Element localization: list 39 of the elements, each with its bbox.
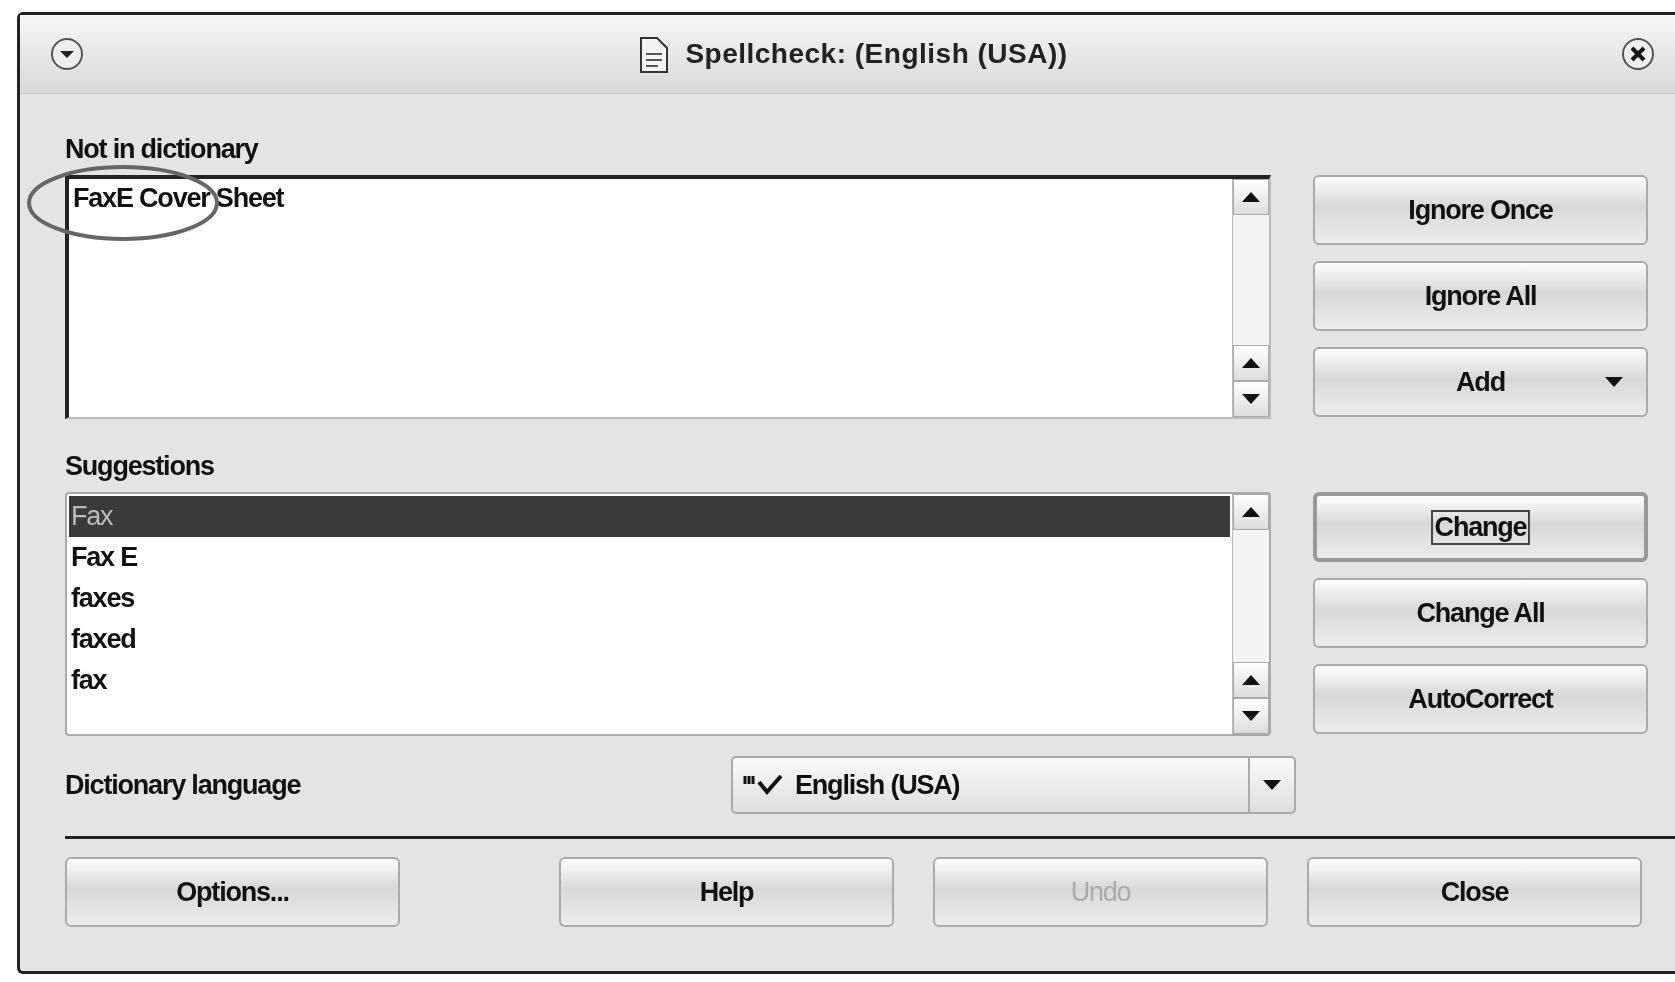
scroll-up-button[interactable] <box>1233 345 1269 381</box>
text-box[interactable]: FaxE Cover Sheet <box>65 175 1271 419</box>
up-arrow-icon <box>1241 191 1261 203</box>
scroll-down-button[interactable] <box>1233 381 1269 417</box>
dialog-button[interactable]: AutoCorrect <box>1313 664 1648 734</box>
field-label: Not in dictionary <box>65 134 258 164</box>
list-item[interactable]: Fax <box>69 496 1230 537</box>
close-icon[interactable] <box>1621 37 1655 71</box>
down-arrow-icon <box>1241 710 1261 722</box>
sentence-text: FaxE Cover Sheet <box>73 183 284 213</box>
language-dropdown[interactable]: English (USA) <box>731 756 1296 814</box>
scroll-up-button[interactable] <box>1233 494 1269 530</box>
list-item[interactable]: faxes <box>69 578 1230 619</box>
dialog-button[interactable]: Ignore Once <box>1313 175 1648 245</box>
up-arrow-icon <box>1241 357 1261 369</box>
dialog-button[interactable]: Options... <box>65 857 400 927</box>
scroll-up-button[interactable] <box>1233 662 1269 698</box>
spellcheck-icon <box>743 772 783 798</box>
field-label: Dictionary language <box>65 769 301 801</box>
dialog-button[interactable]: Add <box>1313 347 1648 417</box>
down-arrow-icon <box>1241 393 1261 405</box>
dropdown-value: English (USA) <box>795 769 960 801</box>
up-arrow-icon <box>1241 674 1261 686</box>
dialog-button[interactable]: Close <box>1307 857 1642 927</box>
field-label: Suggestions <box>65 451 214 481</box>
up-arrow-icon <box>1241 506 1261 518</box>
menu-icon[interactable] <box>50 37 84 71</box>
dropdown-caret-icon <box>1262 779 1282 791</box>
list-item[interactable]: faxed <box>69 619 1230 660</box>
dialog-button[interactable]: Change <box>1313 492 1648 562</box>
list-item[interactable]: Fax E <box>69 537 1230 578</box>
list-item[interactable]: fax <box>69 660 1230 701</box>
dialog-button[interactable]: Help <box>559 857 894 927</box>
scroll-up-button[interactable] <box>1233 179 1269 215</box>
dialog-button[interactable]: Ignore All <box>1313 261 1648 331</box>
dropdown-caret-icon <box>1604 376 1624 388</box>
scroll-down-button[interactable] <box>1233 698 1269 734</box>
window-title: Spellcheck: (English (USA)) <box>685 38 1068 70</box>
dialog-button[interactable]: Change All <box>1313 578 1648 648</box>
